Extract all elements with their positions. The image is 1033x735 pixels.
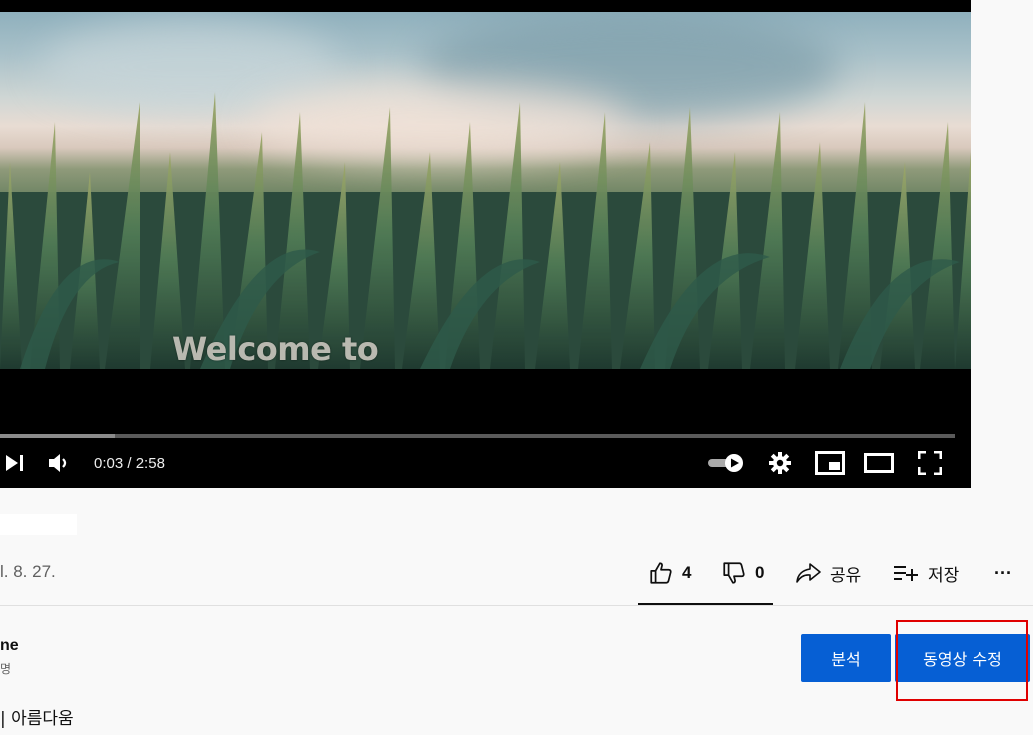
time-separator: / bbox=[123, 455, 136, 472]
video-title-redacted bbox=[0, 514, 77, 535]
like-count: 4 bbox=[682, 563, 692, 582]
autoplay-toggle-icon[interactable] bbox=[706, 450, 746, 476]
time-total: 2:58 bbox=[135, 455, 165, 472]
share-label: 공유 bbox=[830, 565, 862, 585]
channel-subscribers: 명 bbox=[0, 662, 12, 676]
next-icon[interactable] bbox=[0, 450, 30, 476]
video-description: | 아름다움 bbox=[0, 709, 74, 729]
miniplayer-icon[interactable] bbox=[815, 450, 845, 476]
theater-mode-icon[interactable] bbox=[864, 450, 894, 476]
add-to-playlist-icon bbox=[894, 566, 918, 581]
analytics-button[interactable]: 분석 bbox=[801, 634, 891, 682]
upload-date: l. 8. 27. bbox=[0, 562, 56, 581]
progress-played bbox=[0, 434, 115, 438]
save-label: 저장 bbox=[928, 565, 960, 585]
video-caption: Welcome to bbox=[172, 330, 379, 368]
dislike-button[interactable]: 0 bbox=[721, 556, 764, 590]
edit-video-button[interactable]: 동영상 수정 bbox=[895, 634, 1030, 682]
grass-field-image bbox=[0, 92, 971, 369]
thumbs-up-icon bbox=[650, 562, 672, 584]
volume-icon[interactable] bbox=[44, 450, 74, 476]
video-player[interactable]: Welcome to 0:03 / 2:58 bbox=[0, 0, 971, 488]
save-button[interactable]: 저장 bbox=[892, 556, 959, 590]
dislike-count: 0 bbox=[755, 563, 765, 582]
thumbs-down-icon bbox=[723, 562, 745, 584]
time-display: 0:03 / 2:58 bbox=[94, 454, 165, 472]
section-divider bbox=[0, 605, 1033, 606]
player-controls: 0:03 / 2:58 bbox=[0, 440, 971, 486]
settings-gear-icon[interactable] bbox=[765, 450, 795, 476]
progress-bar[interactable] bbox=[0, 434, 955, 438]
like-button[interactable]: 4 bbox=[648, 556, 691, 590]
channel-name[interactable]: ne bbox=[0, 637, 19, 655]
actions-row: 4 0 공유 저장 ··· bbox=[638, 556, 1033, 606]
time-current: 0:03 bbox=[94, 455, 124, 472]
fullscreen-icon[interactable] bbox=[915, 450, 945, 476]
share-arrow-icon bbox=[796, 563, 821, 583]
share-button[interactable]: 공유 bbox=[794, 556, 861, 590]
more-actions-icon[interactable]: ··· bbox=[994, 556, 1012, 590]
video-frame[interactable]: Welcome to bbox=[0, 12, 971, 369]
